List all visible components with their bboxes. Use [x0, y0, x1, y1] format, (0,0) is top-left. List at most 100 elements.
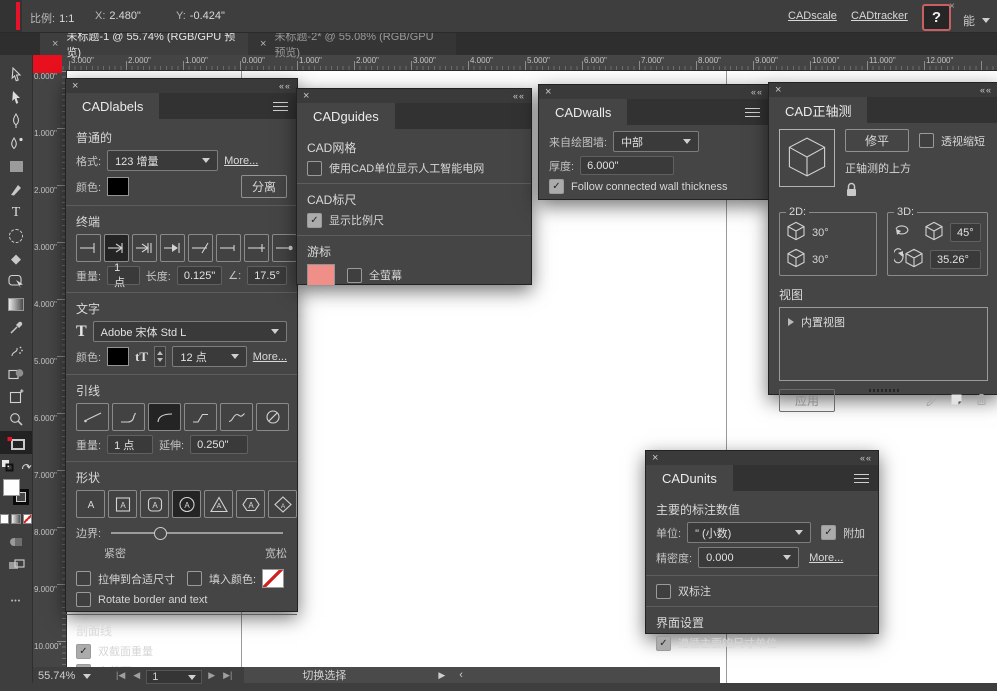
panel-close-icon[interactable]: × — [72, 81, 78, 91]
artboard-tool[interactable] — [0, 385, 32, 408]
tab-cadlabels[interactable]: CADlabels — [66, 93, 159, 119]
arrow-solid-bar-button[interactable] — [160, 234, 185, 262]
arc-button[interactable] — [148, 403, 181, 431]
cadtracker-link[interactable]: CADtracker — [851, 10, 908, 22]
arrow-bar-button[interactable] — [104, 234, 129, 262]
axon-cube-preview[interactable] — [779, 129, 835, 187]
tab-cadguides[interactable]: CADguides — [297, 103, 395, 129]
append-checkbox[interactable]: ✓ 附加 — [821, 525, 865, 541]
font-select[interactable]: Adobe 宋体 Std L — [93, 321, 287, 342]
axon-3d-angle-1-field[interactable]: 45° — [950, 223, 981, 242]
vertical-ruler[interactable]: 0.000"1.000"2.000"3.000"4.000"5.000"6.00… — [33, 70, 67, 683]
next-artboard-button[interactable]: ▶ — [208, 670, 215, 681]
builtin-views-row[interactable]: 内置视图 — [780, 308, 987, 336]
gradient-swatch[interactable] — [11, 514, 20, 524]
fullscreen-checkbox[interactable]: ✓ 全萤幕 — [347, 267, 402, 283]
pen-tool[interactable] — [0, 109, 32, 132]
text-color-swatch[interactable] — [107, 347, 129, 366]
collapse-icon[interactable]: «« — [980, 85, 992, 95]
fit-checkbox[interactable]: ✓ 拉伸到合适尺寸 — [76, 571, 175, 587]
shaper-tool[interactable] — [0, 270, 32, 293]
unit-select[interactable]: " (小数) — [687, 522, 811, 543]
overflow-panel-tab[interactable]: 能 — [963, 12, 990, 29]
corner-button[interactable] — [112, 403, 145, 431]
rotate-tool[interactable] — [0, 224, 32, 247]
panel-close-icon[interactable]: × — [545, 87, 551, 97]
document-tab-1[interactable]: × 未标题-1 @ 55.74% (RGB/GPU 预览) — [40, 32, 248, 55]
tab-close-icon[interactable]: × — [52, 38, 58, 50]
delete-view-icon[interactable] — [975, 392, 988, 409]
apply-button[interactable]: 应用 — [779, 389, 835, 412]
collapse-icon[interactable]: «« — [513, 91, 525, 101]
font-size-stepper[interactable] — [154, 346, 166, 367]
diamond-button[interactable]: A — [268, 490, 297, 518]
rectangle-tool[interactable] — [0, 155, 32, 178]
prev-artboard-button[interactable]: ◀ — [133, 670, 140, 681]
fill-box[interactable] — [3, 479, 20, 496]
panel-close-icon[interactable]: × — [775, 85, 781, 95]
collapse-icon[interactable]: «« — [279, 81, 291, 91]
cadscale-link[interactable]: CADscale — [788, 10, 837, 22]
thickness-field[interactable]: 6.000" — [580, 156, 674, 175]
rotate-border-checkbox[interactable]: ✓ Rotate border and text — [76, 592, 207, 607]
tab-close-icon[interactable]: × — [260, 38, 266, 50]
document-tab-2[interactable]: × 未标题-2* @ 55.08% (RGB/GPU 预览) — [248, 32, 456, 55]
units-more-link[interactable]: More... — [809, 552, 843, 564]
dot-end-button[interactable] — [272, 234, 297, 262]
show-scale-checkbox[interactable]: ✓ 显示比例尺 — [307, 212, 384, 228]
expand-arrow-icon[interactable] — [788, 318, 794, 326]
cursor-color-swatch[interactable] — [307, 264, 335, 286]
edit-view-icon[interactable] — [925, 393, 938, 409]
panel-menu-icon[interactable] — [273, 102, 288, 111]
curvature-tool[interactable] — [0, 132, 32, 155]
follow-wall-checkbox[interactable]: ✓ Follow connected wall thickness — [549, 179, 728, 194]
artboard-number-select[interactable]: 1 — [146, 670, 202, 684]
eyedropper-tool[interactable] — [0, 316, 32, 339]
grid-checkbox[interactable]: ✓ 使用CAD单位显示人工智能电网 — [307, 160, 484, 176]
fill-stroke-indicator[interactable] — [0, 477, 32, 507]
boundary-slider[interactable] — [111, 532, 283, 534]
first-artboard-button[interactable]: |◀ — [116, 670, 125, 681]
panel-close-icon[interactable]: × — [303, 91, 309, 101]
wall-from-select[interactable]: 中部 — [613, 131, 699, 152]
leader-weight-field[interactable]: 1 点 — [107, 435, 153, 454]
back-icon[interactable]: ‹ — [459, 669, 463, 681]
plain-button[interactable]: A — [76, 490, 105, 518]
terminal-weight-field[interactable]: 1 点 — [107, 266, 140, 285]
close-icon[interactable]: × — [949, 1, 955, 12]
collapse-icon[interactable]: «« — [860, 453, 872, 463]
play-icon[interactable]: ▶ — [438, 670, 445, 681]
follow-units-checkbox[interactable]: ✓ 遵循主要的尺寸单位 — [656, 635, 777, 651]
bar-tee-button[interactable] — [244, 234, 269, 262]
slider-knob[interactable] — [154, 527, 167, 540]
cad-rectangle-tool[interactable] — [0, 431, 32, 454]
fill-none-swatch[interactable] — [262, 569, 284, 588]
default-fill-stroke-icon[interactable] — [0, 454, 32, 477]
fill-color-checkbox[interactable]: ✓ 填入颜色: — [187, 571, 256, 587]
paintbrush-tool[interactable] — [0, 178, 32, 201]
draw-mode-tool[interactable] — [0, 553, 32, 576]
gradient-tool[interactable] — [0, 293, 32, 316]
separate-button[interactable]: 分离 — [241, 175, 287, 198]
leader-extend-field[interactable]: 0.250" — [190, 435, 248, 454]
color-swatch[interactable] — [0, 514, 9, 524]
rounded-square-button[interactable]: A — [140, 490, 169, 518]
foreshorten-checkbox[interactable]: ✓ 透视缩短 — [919, 133, 985, 149]
terminal-angle-field[interactable]: 17.5° — [247, 266, 287, 285]
format-more-link[interactable]: More... — [224, 155, 258, 167]
double-section-weight-checkbox[interactable]: ✓ 双截面重量 — [76, 643, 153, 659]
new-view-icon[interactable] — [950, 393, 963, 409]
straight-button[interactable] — [76, 403, 109, 431]
flatten-button[interactable]: 修平 — [845, 129, 909, 152]
font-size-select[interactable]: 12 点 — [172, 346, 246, 367]
text-more-link[interactable]: More... — [253, 351, 287, 363]
wave-button[interactable] — [220, 403, 253, 431]
dual-dim-checkbox[interactable]: ✓ 双标注 — [656, 583, 711, 599]
axon-3d-angle-2-field[interactable]: 35.26° — [930, 250, 981, 269]
zigzag-button[interactable] — [184, 403, 217, 431]
panel-menu-icon[interactable] — [745, 108, 760, 117]
tab-cadaxon[interactable]: CAD正轴测 — [769, 97, 867, 123]
arrow-double-bar-button[interactable] — [132, 234, 157, 262]
last-artboard-button[interactable]: ▶| — [223, 670, 232, 681]
circle-button[interactable]: A — [172, 490, 201, 518]
